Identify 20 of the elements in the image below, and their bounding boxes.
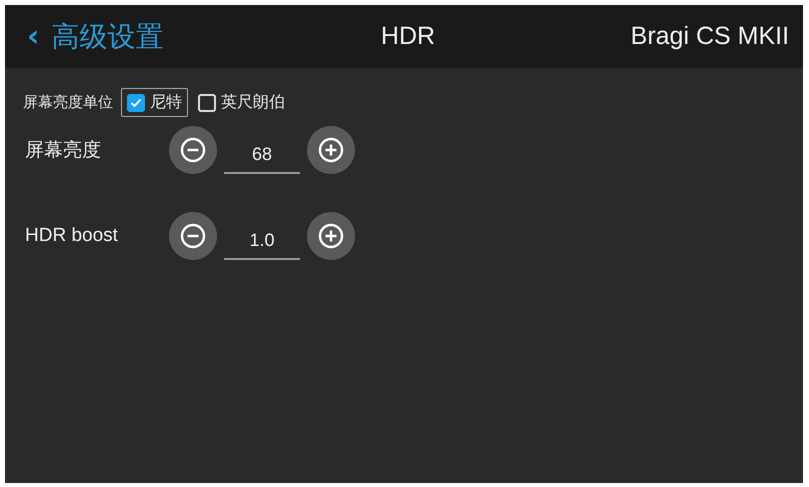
check-icon	[130, 98, 142, 108]
decrease-button[interactable]	[169, 126, 217, 174]
plus-icon	[318, 223, 344, 249]
unit-option[interactable]: 英尺朗伯	[192, 88, 291, 117]
minus-icon	[180, 223, 206, 249]
unit-label: 屏幕亮度单位	[23, 93, 113, 112]
device-name: Bragi CS MKII	[630, 22, 790, 51]
increase-button[interactable]	[307, 212, 355, 260]
setting-label: HDR boost	[25, 225, 119, 247]
value-field[interactable]: 68	[224, 138, 300, 174]
increase-button[interactable]	[307, 126, 355, 174]
unit-option[interactable]: 尼特	[121, 88, 188, 117]
setting-label: 屏幕亮度	[25, 139, 102, 163]
value-field[interactable]: 1.0	[224, 224, 300, 260]
back-button[interactable]: ‹ 高级设置	[27, 18, 164, 56]
minus-icon	[180, 137, 206, 163]
decrease-button[interactable]	[169, 212, 217, 260]
plus-icon	[318, 137, 344, 163]
screen-title: HDR	[380, 22, 436, 51]
checkbox[interactable]	[127, 94, 145, 112]
